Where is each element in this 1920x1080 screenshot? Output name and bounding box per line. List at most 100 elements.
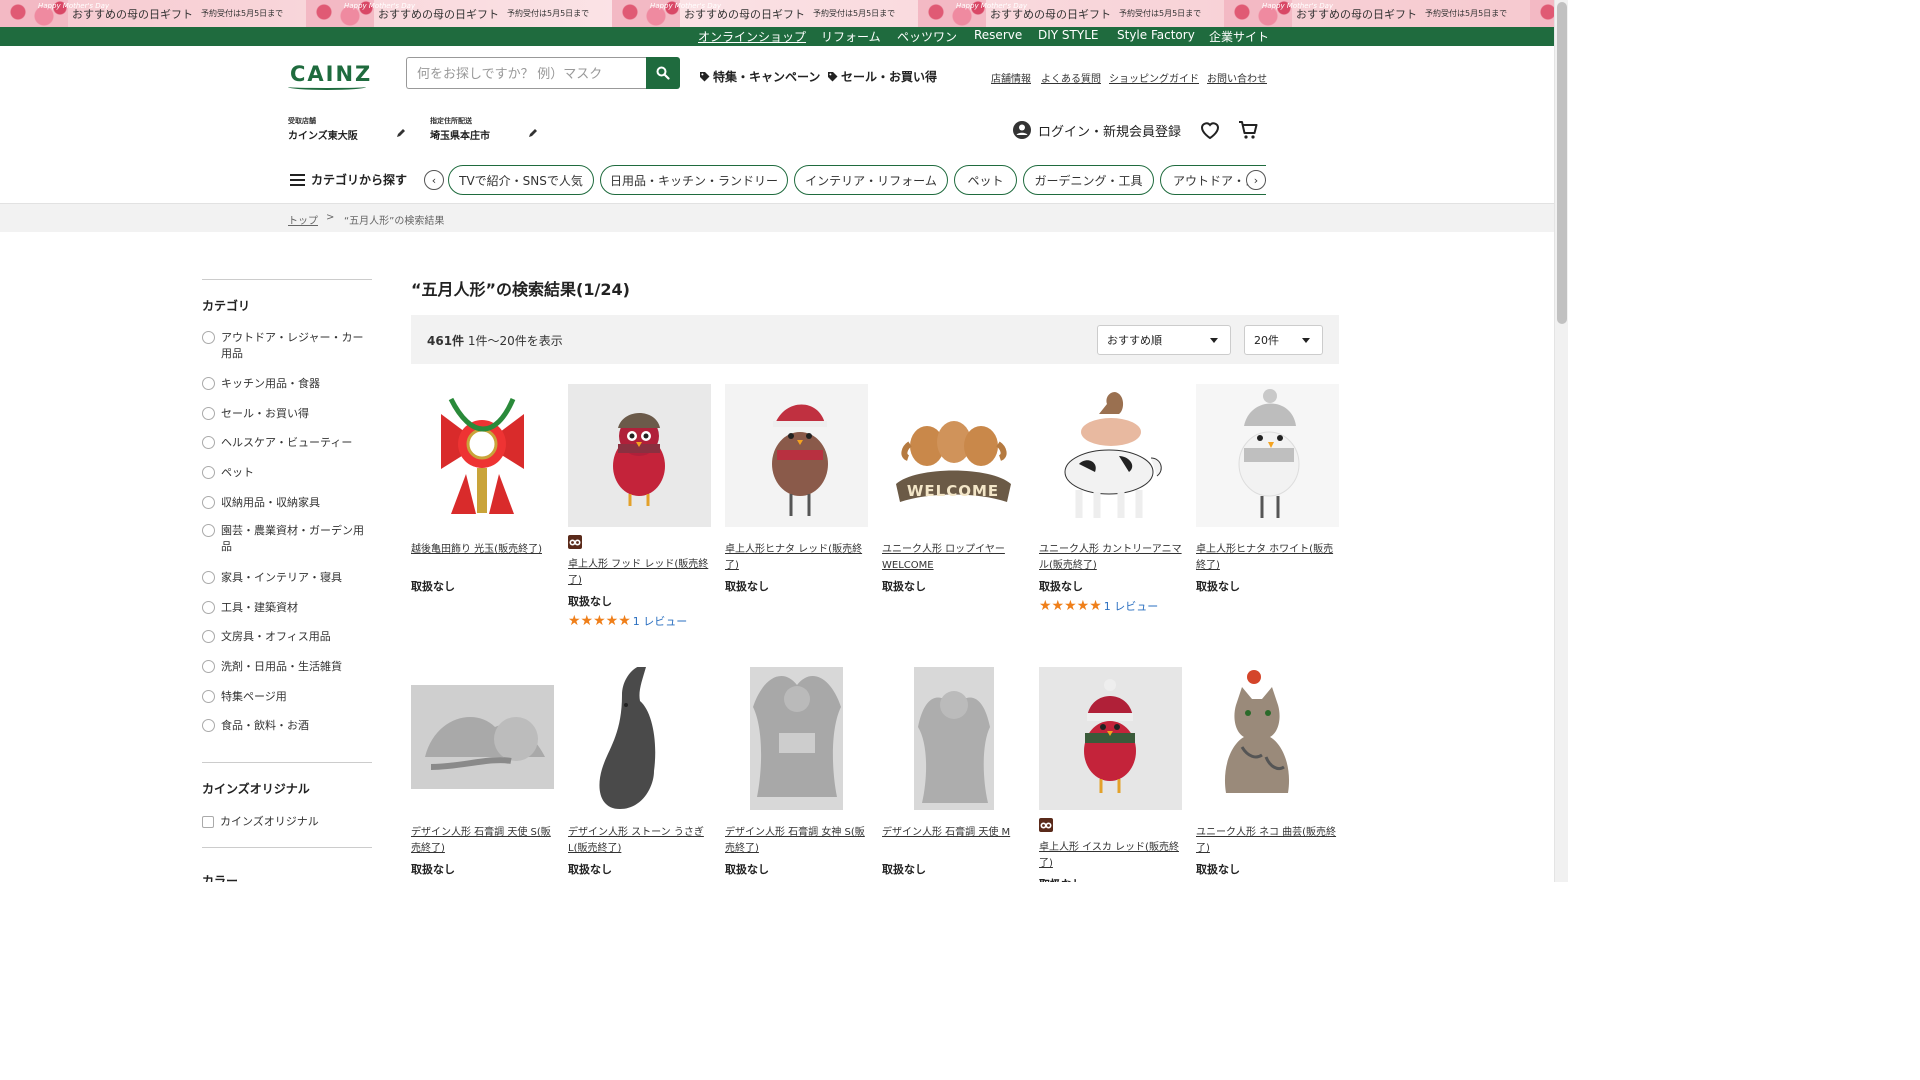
white-bird-figure-image[interactable] bbox=[1196, 384, 1339, 527]
scrollbar-thumb[interactable] bbox=[1557, 2, 1567, 324]
per-page-select[interactable]: 20件 bbox=[1244, 325, 1323, 355]
filter-label: ヘルスケア・ビューティー bbox=[221, 436, 353, 449]
product-name-link[interactable]: ユニーク人形 ネコ 曲芸(販売終了) bbox=[1196, 825, 1339, 857]
edit-store-pencil-icon[interactable] bbox=[396, 128, 406, 138]
shopping-guide-link[interactable]: ショッピングガイド bbox=[1109, 70, 1199, 85]
cat-figure-image[interactable] bbox=[1196, 667, 1339, 810]
sale-link[interactable]: セール・お買い得 bbox=[827, 68, 937, 85]
filter-category-item[interactable]: 洗剤・日用品・生活雑貨 bbox=[202, 659, 374, 675]
review-count-link[interactable]: 1 レビュー bbox=[633, 613, 688, 629]
checkbox[interactable] bbox=[202, 816, 214, 828]
radio-button[interactable] bbox=[202, 466, 215, 479]
filter-category-item[interactable]: セール・お買い得 bbox=[202, 406, 374, 422]
sort-select[interactable]: おすすめ順 bbox=[1097, 325, 1231, 355]
radio-button[interactable] bbox=[202, 496, 215, 509]
search-button[interactable] bbox=[646, 57, 680, 89]
promo-banner-item[interactable]: Happy Mother's Dayおすすめの母の日ギフト予約受付は5月5日まで bbox=[612, 0, 918, 27]
topnav-diy-style[interactable]: DIY STYLE bbox=[1038, 28, 1098, 42]
delivery-address-value: 埼玉県本庄市 bbox=[430, 131, 490, 142]
product-rating[interactable]: ★★★★★ 1 レビュー bbox=[568, 613, 687, 629]
faq-link[interactable]: よくある質問 bbox=[1041, 70, 1101, 85]
radio-button[interactable] bbox=[202, 719, 215, 732]
goddess-figure-image[interactable] bbox=[725, 667, 868, 810]
topnav-online-shop[interactable]: オンラインショップ bbox=[698, 28, 806, 45]
filter-cainz-original[interactable]: カインズオリジナル bbox=[202, 814, 374, 830]
category-pill-interior[interactable]: インテリア・リフォーム bbox=[794, 165, 948, 195]
radio-button[interactable] bbox=[202, 407, 215, 420]
promo-banner-item[interactable]: Happy Mother's Dayおすすめの母の日ギフト予約受付は5月5日まで bbox=[1224, 0, 1530, 27]
topnav-reserve[interactable]: Reserve bbox=[974, 28, 1022, 42]
red-bird-figure-image[interactable] bbox=[568, 384, 711, 527]
product-name-link[interactable]: 卓上人形ヒナタ ホワイト(販売終了) bbox=[1196, 542, 1339, 574]
radio-button[interactable] bbox=[202, 630, 215, 643]
rabbit-welcome-figure-image[interactable]: WELCOME bbox=[882, 384, 1025, 527]
stone-rabbit-figure-image[interactable] bbox=[568, 667, 711, 810]
product-name-link[interactable]: 卓上人形 フッド レッド(販売終了) bbox=[568, 557, 711, 589]
stacked-animals-figure-image[interactable] bbox=[1039, 384, 1182, 527]
category-pill-daily-kitchen[interactable]: 日用品・キッチン・ランドリー bbox=[600, 165, 788, 195]
topnav-petsone[interactable]: ペッツワン bbox=[897, 28, 957, 45]
promo-banner-item[interactable]: Happy Mother's Dayおすすめの母の日ギフト予約受付は5月5日まで bbox=[306, 0, 612, 27]
sleeping-angel-figure-image[interactable] bbox=[411, 667, 554, 810]
radio-button[interactable] bbox=[202, 690, 215, 703]
store-info-link[interactable]: 店舗情報 bbox=[991, 70, 1031, 85]
praying-angel-figure-image[interactable] bbox=[882, 667, 1025, 810]
radio-button[interactable] bbox=[202, 660, 215, 673]
search-input[interactable] bbox=[406, 57, 647, 89]
radio-button[interactable] bbox=[202, 601, 215, 614]
favorite-heart-icon[interactable] bbox=[1199, 119, 1221, 141]
cainz-logo[interactable]: CAINZ bbox=[290, 62, 372, 86]
red-bird-hat-figure-image[interactable] bbox=[1039, 667, 1182, 810]
product-name-link[interactable]: デザイン人形 ストーン うさぎ L(販売終了) bbox=[568, 825, 711, 857]
filter-category-item[interactable]: 工具・建築資材 bbox=[202, 600, 374, 616]
product-name-link[interactable]: 卓上人形 イスカ レッド(販売終了) bbox=[1039, 840, 1182, 872]
contact-link[interactable]: お問い合わせ bbox=[1207, 70, 1267, 85]
brown-bird-figure-image[interactable] bbox=[725, 384, 868, 527]
filter-category-item[interactable]: キッチン用品・食器 bbox=[202, 376, 374, 392]
product-name-link[interactable]: ユニーク人形 ロップイヤー WELCOME bbox=[882, 542, 1025, 574]
product-name-link[interactable]: 越後亀田飾り 光玉(販売終了) bbox=[411, 542, 554, 558]
product-name-link[interactable]: 卓上人形ヒナタ レッド(販売終了) bbox=[725, 542, 868, 574]
topnav-corporate[interactable]: 企業サイト bbox=[1209, 28, 1269, 45]
filter-category-item[interactable]: アウトドア・レジャー・カー用品 bbox=[202, 330, 374, 362]
product-rating[interactable]: ★★★★★ 1 レビュー bbox=[1039, 598, 1158, 614]
product-name-link[interactable]: デザイン人形 石膏調 女神 S(販売終了) bbox=[725, 825, 868, 857]
review-count-link[interactable]: 1 レビュー bbox=[1104, 598, 1159, 614]
category-pill-tv-sns[interactable]: TVで紹介・SNSで人気 bbox=[448, 165, 594, 195]
promo-banner-item[interactable]: Happy Mother's Dayおすすめの母の日ギフト予約受付は5月5日まで bbox=[1530, 0, 1554, 27]
category-pill-pet[interactable]: ペット bbox=[954, 165, 1017, 195]
filter-category-item[interactable]: ペット bbox=[202, 465, 374, 481]
topnav-style-factory[interactable]: Style Factory bbox=[1117, 28, 1195, 42]
promo-banner[interactable]: Happy Mother's Day おすすめの母の日ギフト 予約受付は5月5日まで… bbox=[0, 0, 1554, 27]
cart-icon[interactable] bbox=[1237, 119, 1259, 141]
breadcrumb-home[interactable]: トップ bbox=[288, 212, 318, 227]
login-link[interactable]: ログイン・新規会員登録 bbox=[1012, 120, 1181, 140]
promo-banner-item[interactable]: Happy Mother's Dayおすすめの母の日ギフト予約受付は5月5日まで bbox=[0, 0, 306, 27]
radio-button[interactable] bbox=[202, 524, 215, 537]
filter-category-item[interactable]: 家具・インテリア・寝具 bbox=[202, 570, 374, 586]
new-year-ornament-image[interactable] bbox=[411, 384, 554, 527]
category-next-button[interactable]: › bbox=[1246, 170, 1266, 190]
product-name-link[interactable]: デザイン人形 石膏調 天使 M bbox=[882, 825, 1025, 841]
radio-button[interactable] bbox=[202, 571, 215, 584]
radio-button[interactable] bbox=[202, 377, 215, 390]
topnav-reform[interactable]: リフォーム bbox=[821, 28, 881, 45]
mothers-day-logo: Happy Mother's Day bbox=[956, 2, 1028, 10]
product-name-link[interactable]: ユニーク人形 カントリーアニマル(販売終了) bbox=[1039, 542, 1182, 574]
filter-category-item[interactable]: 園芸・農業資材・ガーデン用品 bbox=[202, 523, 374, 555]
scrollbar[interactable] bbox=[1554, 0, 1568, 882]
category-pill-gardening[interactable]: ガーデニング・工具 bbox=[1023, 165, 1154, 195]
product-name-link[interactable]: デザイン人形 石膏調 天使 S(販売終了) bbox=[411, 825, 554, 857]
filter-category-item[interactable]: 収納用品・収納家具 bbox=[202, 495, 374, 511]
campaign-link[interactable]: 特集・キャンペーン bbox=[699, 68, 820, 85]
filter-category-item[interactable]: 食品・飲料・お酒 bbox=[202, 718, 374, 734]
edit-address-pencil-icon[interactable] bbox=[528, 128, 538, 138]
promo-banner-item[interactable]: Happy Mother's Dayおすすめの母の日ギフト予約受付は5月5日まで bbox=[918, 0, 1224, 27]
filter-category-item[interactable]: 文房具・オフィス用品 bbox=[202, 629, 374, 645]
radio-button[interactable] bbox=[202, 331, 215, 344]
filter-category-item[interactable]: ヘルスケア・ビューティー bbox=[202, 435, 374, 451]
filter-category-item[interactable]: 特集ページ用 bbox=[202, 689, 374, 705]
category-menu-button[interactable]: カテゴリから探す bbox=[290, 171, 407, 188]
radio-button[interactable] bbox=[202, 436, 215, 449]
category-prev-button[interactable]: ‹ bbox=[424, 170, 444, 190]
